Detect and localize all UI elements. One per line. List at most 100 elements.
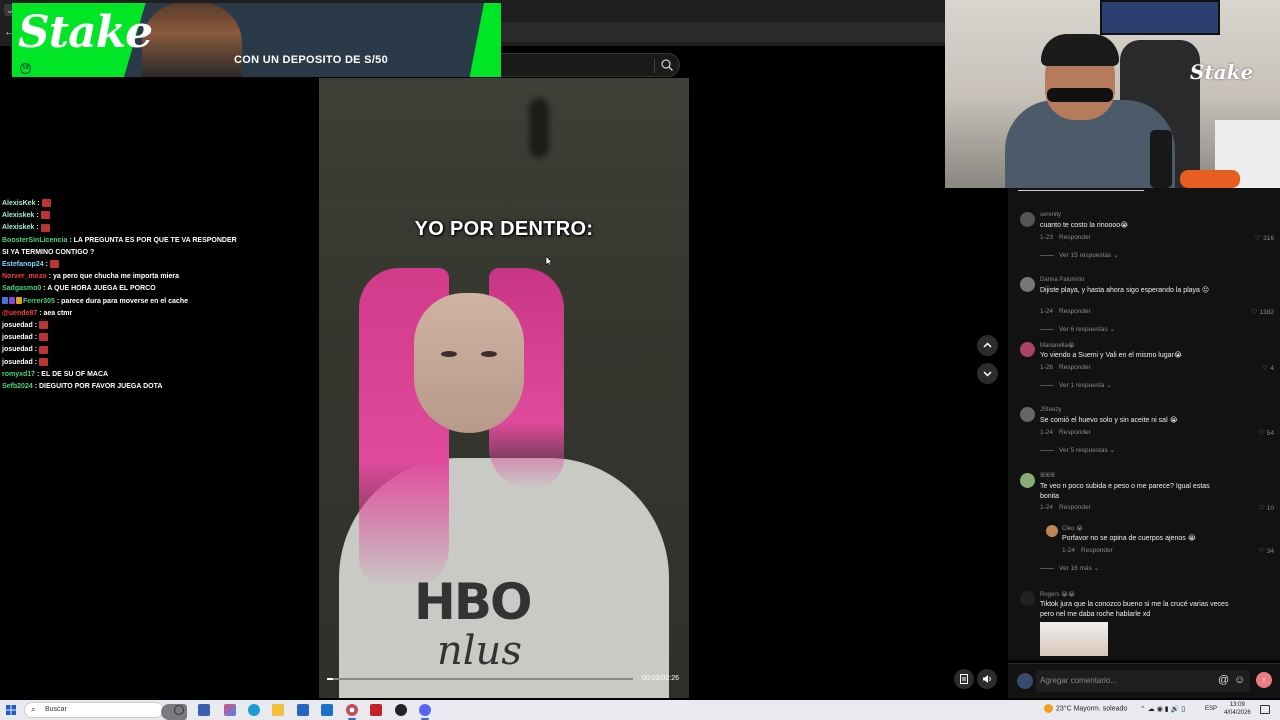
windows-taskbar: ⌕ Buscar 23°C Mayorm. soleado ⌃ ☁ ◉ ▮ 🔊 …: [0, 700, 1280, 720]
comment-image-thumbnail[interactable]: [1040, 622, 1108, 656]
reply-button[interactable]: Responder: [1059, 429, 1091, 436]
chat-username[interactable]: josuedad: [2, 322, 33, 329]
chat-message: Sefb2024 : DIEGUITO POR FAVOR JUEGA DOTA: [2, 381, 302, 393]
view-replies-button[interactable]: Ver 1 respuesta ⌄: [1040, 381, 1112, 389]
input-language[interactable]: ESP: [1205, 706, 1217, 712]
file-explorer-icon[interactable]: [272, 704, 284, 716]
commenter-name[interactable]: Danna Palomino: [1040, 277, 1084, 283]
chat-username[interactable]: Alexiskek: [2, 224, 34, 231]
heart-icon: ♡: [1258, 505, 1265, 512]
chevron-down-icon: ⌄: [1107, 447, 1116, 454]
obs-studio-icon[interactable]: [395, 704, 407, 716]
comment-text: Porfavor no se opina de cuerpos ajenos 😭: [1062, 535, 1196, 542]
task-view-icon[interactable]: [174, 705, 184, 715]
comment-input[interactable]: Agregar comentario... @ ☺: [1036, 670, 1250, 692]
chat-username[interactable]: josuedad: [2, 334, 33, 341]
commenter-avatar[interactable]: [1020, 407, 1035, 422]
chat-username[interactable]: josuedad: [2, 346, 33, 353]
commenter-avatar[interactable]: [1020, 277, 1035, 292]
view-replies-button[interactable]: Ver 16 más ⌄: [1040, 564, 1099, 572]
commenter-avatar[interactable]: [1020, 473, 1035, 488]
reply-button[interactable]: Responder: [1059, 308, 1091, 315]
discord-icon[interactable]: [419, 704, 431, 720]
chat-username[interactable]: romyxd17: [2, 371, 35, 378]
commenter-name[interactable]: ꕤꕤꕤ: [1040, 473, 1055, 480]
chat-username[interactable]: BoosterSinLicencia: [2, 237, 67, 244]
like-button[interactable]: ♡ 10: [1258, 504, 1274, 512]
commenter-name[interactable]: Marianella😭: [1040, 342, 1075, 349]
search-icon[interactable]: [660, 58, 674, 72]
send-button[interactable]: ↑: [1256, 672, 1272, 688]
reply-button[interactable]: Responder: [1081, 547, 1113, 554]
replies-divider: [1040, 254, 1054, 256]
mail-icon[interactable]: [321, 704, 333, 716]
commenter-name[interactable]: Cleo 😭: [1062, 525, 1083, 532]
system-clock[interactable]: 13:09 4/04/2026: [1224, 701, 1251, 717]
reply-button[interactable]: Responder: [1059, 234, 1091, 241]
chat-colon: :: [32, 346, 38, 354]
chat-text: : ya pero que chucha me importa miera: [48, 273, 180, 281]
like-count: 4: [1270, 365, 1274, 372]
chat-username[interactable]: AlexisKek: [2, 200, 35, 207]
address-bar[interactable]: [500, 22, 945, 42]
view-replies-button[interactable]: Ver 6 respuestas ⌄: [1040, 325, 1115, 333]
view-replies-button[interactable]: Ver 15 respuestas ⌄: [1040, 251, 1119, 259]
widgets-icon[interactable]: [198, 704, 210, 716]
system-tray[interactable]: ⌃ ☁ ◉ ▮ 🔊 ▯: [1140, 705, 1185, 713]
commenter-avatar[interactable]: [1046, 525, 1058, 537]
like-button[interactable]: ♡ 1382: [1251, 308, 1274, 316]
commenter-name[interactable]: Rogers 😭😭: [1040, 591, 1075, 598]
chat-text: : aea ctmr: [39, 309, 73, 317]
like-button[interactable]: ♡ 34: [1258, 547, 1274, 555]
reply-button[interactable]: Responder: [1059, 504, 1091, 511]
commenter-name[interactable]: JSteezy: [1040, 407, 1061, 413]
view-replies-label: Ver 5 respuestas: [1059, 447, 1108, 454]
search-input[interactable]: [500, 53, 680, 77]
copilot-icon[interactable]: [224, 704, 236, 716]
chat-message: Alexiskek :: [2, 222, 302, 234]
like-button[interactable]: ♡ 4: [1262, 364, 1274, 372]
chat-username[interactable]: Norver_mozo: [2, 273, 47, 280]
obs-app-icon[interactable]: [370, 704, 382, 716]
chat-username[interactable]: Sefb2024: [2, 383, 33, 390]
mention-icon[interactable]: @: [1218, 674, 1229, 686]
wall-shadow: [529, 98, 549, 158]
like-button[interactable]: ♡ 54: [1258, 429, 1274, 437]
notification-icon[interactable]: [1260, 705, 1270, 714]
clock-date: 4/04/2026: [1224, 710, 1251, 716]
commenter-name[interactable]: serenity: [1040, 212, 1061, 218]
chat-message: josuedad :: [2, 357, 302, 369]
weather-widget[interactable]: 23°C Mayorm. soleado: [1044, 704, 1127, 713]
like-button[interactable]: ♡ 316: [1255, 234, 1274, 242]
chat-emote-icon: [40, 223, 50, 232]
video-progress-bar[interactable]: [327, 678, 633, 680]
video-player[interactable]: HBO nlus YO POR DENTRO: 00:03/02:26: [319, 78, 689, 698]
chat-emote-icon: [49, 260, 59, 269]
comment-date: 1-26: [1040, 364, 1054, 371]
reply-button[interactable]: Responder: [1059, 364, 1091, 371]
volume-button[interactable]: [977, 669, 997, 689]
commenter-avatar[interactable]: [1020, 212, 1035, 227]
streamer-hair: [1041, 34, 1119, 66]
report-button[interactable]: [954, 669, 974, 689]
previous-video-button[interactable]: [977, 335, 998, 356]
commenter-avatar[interactable]: [1020, 342, 1035, 357]
chat-username[interactable]: Ferrer305: [23, 298, 55, 305]
next-video-button[interactable]: [977, 363, 998, 384]
chat-username[interactable]: Alexiskek: [2, 212, 34, 219]
edge-icon[interactable]: [248, 704, 260, 716]
orange-object: [1180, 170, 1240, 188]
stake-ad-banner[interactable]: Stake 18 CON UN DEPOSITO DE S/50: [12, 3, 501, 77]
chat-username[interactable]: Estefanop24: [2, 261, 44, 268]
view-replies-button[interactable]: Ver 5 respuestas ⌄: [1040, 446, 1115, 454]
emoji-icon[interactable]: ☺: [1234, 674, 1245, 686]
chat-username[interactable]: @uende87: [2, 310, 37, 317]
chrome-icon[interactable]: [346, 704, 358, 720]
commenter-avatar[interactable]: [1020, 591, 1035, 606]
taskbar-search[interactable]: ⌕ Buscar: [24, 702, 187, 720]
heart-icon: ♡: [1254, 235, 1262, 242]
store-icon[interactable]: [297, 704, 309, 716]
chat-username[interactable]: Sadgasmo0: [2, 285, 41, 292]
windows-start-icon[interactable]: [6, 705, 16, 715]
chat-username[interactable]: josuedad: [2, 359, 33, 366]
